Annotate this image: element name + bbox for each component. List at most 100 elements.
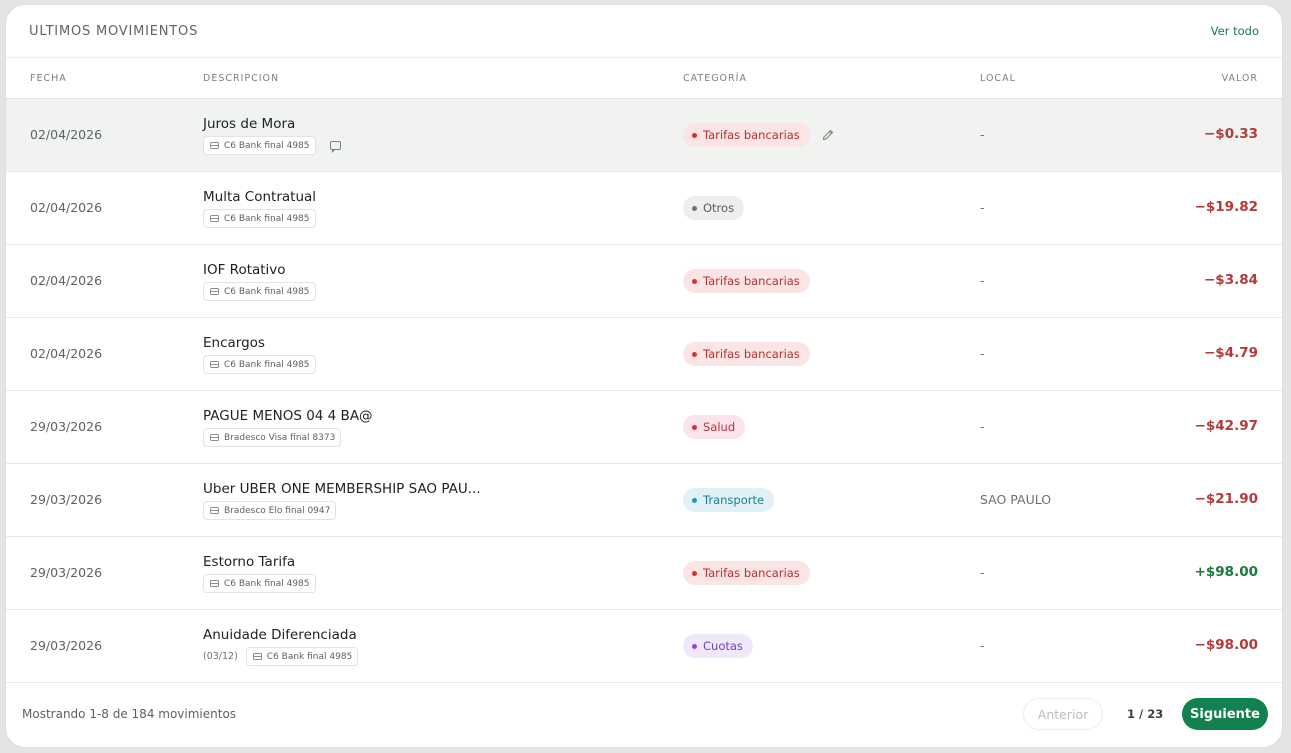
row-description: PAGUE MENOS 04 4 BA@	[203, 408, 373, 424]
row-local: -	[980, 419, 985, 434]
credit-card-icon	[210, 434, 219, 441]
account-label: C6 Bank final 4985	[224, 286, 310, 297]
row-meta: C6 Bank final 4985	[203, 136, 341, 155]
row-meta: C6 Bank final 4985	[203, 209, 316, 228]
category-badge[interactable]: Tarifas bancarias	[683, 342, 810, 366]
column-header-date: FECHA	[30, 72, 67, 84]
column-header-description: DESCRIPCION	[203, 72, 280, 84]
category-badge[interactable]: Tarifas bancarias	[683, 561, 810, 585]
previous-page-button[interactable]: Anterior	[1023, 698, 1103, 730]
see-all-link[interactable]: Ver todo	[1211, 24, 1259, 38]
pagination-footer: Mostrando 1-8 de 184 movimientos Anterio…	[6, 682, 1282, 747]
account-label: C6 Bank final 4985	[224, 140, 310, 151]
credit-card-icon	[210, 288, 219, 295]
column-header-category: CATEGORÍA	[683, 72, 747, 84]
credit-card-icon	[210, 361, 219, 368]
category-label: Salud	[703, 420, 736, 434]
category-label: Tarifas bancarias	[703, 347, 800, 361]
credit-card-icon	[252, 653, 262, 660]
category-dot	[692, 205, 697, 211]
row-meta: Bradesco Elo final 0947	[203, 501, 337, 520]
table-header: FECHA DESCRIPCION CATEGORÍA LOCAL VALOR	[6, 58, 1282, 99]
row-date: 02/04/2026	[30, 200, 103, 215]
row-local: -	[980, 200, 985, 215]
table-body: 02/04/2026 Juros de Mora C6 Bank final 4…	[6, 99, 1282, 683]
category-dot	[692, 424, 697, 430]
account-tag: Bradesco Elo final 0947	[203, 501, 337, 520]
row-value: −$98.00	[1194, 637, 1258, 653]
next-page-button[interactable]: Siguiente	[1182, 698, 1268, 730]
row-value: −$21.90	[1194, 491, 1258, 507]
row-meta: Bradesco Visa final 8373	[203, 428, 342, 447]
row-date: 02/04/2026	[30, 273, 103, 288]
category-badge[interactable]: Cuotas	[683, 634, 753, 658]
table-row[interactable]: 02/04/2026 IOF Rotativo C6 Bank final 49…	[6, 245, 1282, 318]
row-local: -	[980, 565, 985, 580]
table-row[interactable]: 02/04/2026 Encargos C6 Bank final 4985 T…	[6, 318, 1282, 391]
page-indicator: 1 / 23	[1127, 707, 1164, 721]
credit-card-icon	[210, 142, 219, 149]
category-badge[interactable]: Tarifas bancarias	[683, 269, 810, 293]
row-value: +$98.00	[1194, 564, 1258, 580]
row-date: 29/03/2026	[30, 419, 103, 434]
row-local: SAO PAULO	[980, 492, 1052, 507]
row-date: 02/04/2026	[30, 346, 103, 361]
category-badge[interactable]: Tarifas bancarias	[683, 123, 810, 147]
category-badge[interactable]: Transporte	[683, 488, 775, 512]
row-value: −$4.79	[1203, 345, 1258, 361]
account-tag: C6 Bank final 4985	[203, 574, 316, 593]
row-date: 29/03/2026	[30, 492, 103, 507]
row-meta: C6 Bank final 4985	[203, 282, 316, 301]
row-meta: C6 Bank final 4985	[203, 355, 316, 374]
row-description: Uber UBER ONE MEMBERSHIP SAO PAU...	[203, 481, 481, 497]
category-dot	[692, 351, 697, 357]
category-label: Transporte	[703, 493, 765, 507]
row-description: Encargos	[203, 335, 265, 351]
account-tag: C6 Bank final 4985	[203, 282, 316, 301]
pencil-icon[interactable]	[821, 128, 835, 142]
credit-card-icon	[210, 215, 219, 222]
row-date: 02/04/2026	[30, 127, 103, 142]
category-label: Tarifas bancarias	[703, 128, 800, 142]
row-date: 29/03/2026	[30, 638, 103, 653]
account-label: C6 Bank final 4985	[224, 359, 310, 370]
row-description: IOF Rotativo	[203, 262, 286, 278]
account-tag: C6 Bank final 4985	[203, 136, 316, 155]
category-dot	[692, 278, 697, 284]
row-meta: C6 Bank final 4985	[203, 574, 316, 593]
account-label: C6 Bank final 4985	[224, 578, 310, 589]
table-row[interactable]: 02/04/2026 Juros de Mora C6 Bank final 4…	[6, 99, 1282, 172]
row-meta: (03/12) C6 Bank final 4985	[203, 647, 359, 666]
row-local: -	[980, 273, 985, 288]
row-local: -	[980, 346, 985, 361]
table-row[interactable]: 29/03/2026 Anuidade Diferenciada (03/12)…	[6, 610, 1282, 683]
card-header: ULTIMOS MOVIMIENTOS Ver todo	[6, 5, 1282, 58]
table-row[interactable]: 29/03/2026 Uber UBER ONE MEMBERSHIP SAO …	[6, 464, 1282, 537]
row-date: 29/03/2026	[30, 565, 103, 580]
column-header-local: LOCAL	[980, 72, 1016, 84]
card-title: ULTIMOS MOVIMIENTOS	[29, 23, 199, 39]
category-dot	[692, 497, 697, 503]
table-row[interactable]: 29/03/2026 Estorno Tarifa C6 Bank final …	[6, 537, 1282, 610]
table-row[interactable]: 02/04/2026 Multa Contratual C6 Bank fina…	[6, 172, 1282, 245]
transactions-card: ULTIMOS MOVIMIENTOS Ver todo FECHA DESCR…	[5, 4, 1283, 748]
category-dot	[692, 132, 697, 138]
row-description: Multa Contratual	[203, 189, 317, 205]
installment-label: (03/12)	[203, 651, 238, 662]
credit-card-icon	[210, 507, 219, 514]
account-label: Bradesco Elo final 0947	[224, 505, 331, 516]
category-label: Otros	[703, 201, 735, 215]
table-row[interactable]: 29/03/2026 PAGUE MENOS 04 4 BA@ Bradesco…	[6, 391, 1282, 464]
row-value: −$42.97	[1194, 418, 1258, 434]
category-badge[interactable]: Salud	[683, 415, 746, 439]
comment-icon[interactable]	[329, 141, 341, 153]
account-tag: Bradesco Visa final 8373	[203, 428, 342, 447]
row-description: Anuidade Diferenciada	[203, 627, 357, 643]
account-label: C6 Bank final 4985	[266, 651, 353, 662]
credit-card-icon	[210, 580, 219, 587]
category-badge[interactable]: Otros	[683, 196, 745, 220]
row-value: −$3.84	[1203, 272, 1258, 288]
row-description: Juros de Mora	[203, 116, 296, 132]
account-tag: C6 Bank final 4985	[203, 355, 316, 374]
row-local: -	[980, 127, 985, 142]
